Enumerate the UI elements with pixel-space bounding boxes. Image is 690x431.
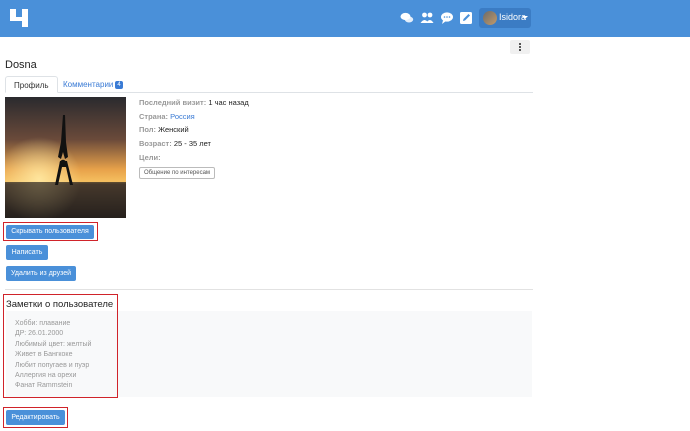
note-item: Любит попугаев и пуэр: [15, 361, 90, 369]
note-item: Любимый цвет: желтый: [15, 340, 92, 348]
age-value: 25 - 35 лет: [173, 139, 211, 149]
last-visit-value: 1 час назад: [208, 98, 249, 107]
page-title: Dosna: [5, 59, 37, 71]
comments-count-badge: 4: [115, 81, 123, 89]
top-navbar: Isidora: [0, 0, 690, 37]
write-message-button[interactable]: Написать: [6, 245, 48, 260]
divider: [5, 289, 533, 290]
chats-icon[interactable]: [400, 11, 414, 25]
last-visit-label: Последний визит:: [139, 98, 207, 107]
edit-icon[interactable]: [459, 11, 473, 25]
goals-label: Цели:: [139, 152, 161, 162]
profile-photo[interactable]: [5, 97, 126, 218]
avatar: [483, 11, 497, 25]
tab-profile[interactable]: Профиль: [5, 76, 58, 93]
friends-icon[interactable]: [420, 11, 434, 25]
profile-info: Последний визит: 1 час назад Страна: Рос…: [139, 98, 249, 180]
tab-comments[interactable]: Комментарии 4: [55, 76, 131, 93]
note-item: ДР: 26.01.2000: [15, 330, 64, 338]
logo-mark-icon[interactable]: [8, 7, 32, 29]
edit-notes-button[interactable]: Редактировать: [6, 410, 65, 425]
profile-tabs: Профиль Комментарии 4: [5, 76, 533, 93]
gender-label: Пол:: [139, 125, 157, 135]
remove-friend-button[interactable]: Удалить из друзей: [6, 266, 76, 281]
note-item: Хобби: плавание: [15, 320, 71, 327]
country-label: Страна:: [139, 111, 169, 121]
gender-value: Женский: [158, 125, 189, 135]
age-label: Возраст:: [139, 139, 172, 149]
chevron-down-icon: [522, 16, 528, 19]
user-menu-dropdown[interactable]: Isidora: [479, 8, 531, 28]
messages-icon[interactable]: [440, 11, 454, 25]
note-item: Фанат Rammstein: [15, 382, 73, 390]
more-options-button[interactable]: [510, 40, 530, 54]
hide-user-button[interactable]: Скрывать пользователя: [6, 225, 94, 239]
note-item: Живет в Бангкоке: [15, 351, 73, 359]
notes-list: Хобби: плавание ДР: 26.01.2000 Любимый ц…: [15, 320, 91, 393]
goal-tag: Общение по интересам: [139, 167, 216, 180]
country-link[interactable]: Россия: [170, 112, 195, 121]
tab-comments-label: Комментарии: [63, 80, 114, 89]
notes-title: Заметки о пользователе: [6, 299, 114, 310]
note-item: Аллергия на орехи: [15, 371, 77, 379]
